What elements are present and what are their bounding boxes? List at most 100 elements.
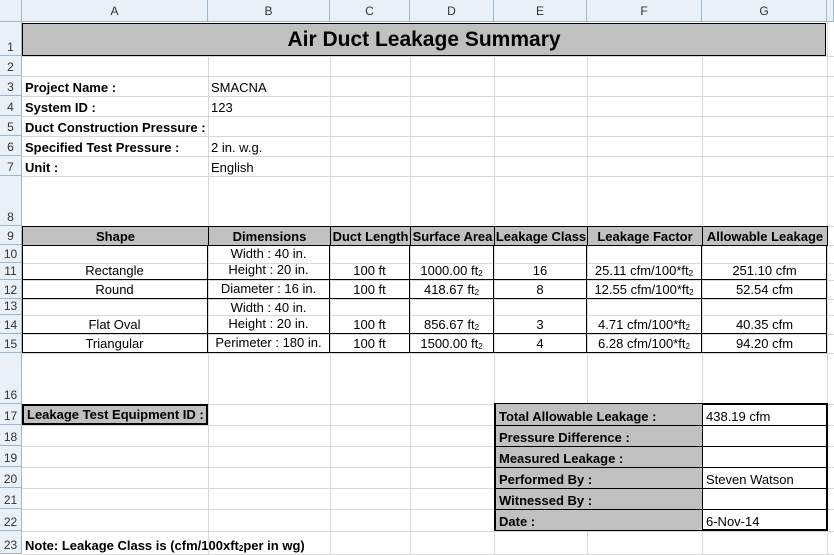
row-header-20[interactable]: 20 <box>0 467 22 488</box>
row-header-10[interactable]: 10 <box>0 245 22 263</box>
table-cell-area[interactable]: 1000.00 ft 2 <box>410 245 494 280</box>
table-cell-dims[interactable]: Width : 40 in. Height : 20 in. <box>208 245 330 280</box>
summary-value[interactable] <box>703 488 826 509</box>
table-header-leakage-class[interactable]: Leakage Class <box>494 226 588 246</box>
table-cell-factor[interactable]: 25.11 cfm/100*ft 2 <box>587 245 702 280</box>
table-cell-area[interactable]: 1500.00 ft 2 <box>410 334 494 353</box>
summary-label[interactable]: Performed By : <box>496 467 703 488</box>
table-cell-shape[interactable]: Round <box>22 280 208 299</box>
column-header-e[interactable]: E <box>494 0 587 22</box>
leakage-class-note: Note: Leakage Class is (cfm/100xft 2 per … <box>22 533 422 554</box>
gridline-h <box>22 531 834 532</box>
row-header-23[interactable]: 23 <box>0 531 22 554</box>
row-header-16[interactable]: 16 <box>0 353 22 404</box>
table-cell-shape[interactable]: Flat Oval <box>22 299 208 334</box>
table-cell-area[interactable]: 856.67 ft 2 <box>410 299 494 334</box>
equipment-id-label[interactable]: Leakage Test Equipment ID : <box>22 404 208 425</box>
table-cell-allowable[interactable]: 251.10 cfm <box>702 245 827 280</box>
sheet-title[interactable]: Air Duct Leakage Summary <box>22 23 826 56</box>
row-header-19[interactable]: 19 <box>0 446 22 467</box>
select-all-corner[interactable] <box>0 0 22 22</box>
summary-value[interactable] <box>703 425 826 446</box>
row-header-15[interactable]: 15 <box>0 334 22 353</box>
table-cell-length[interactable]: 100 ft <box>330 245 410 280</box>
summary-label[interactable]: Witnessed By : <box>496 488 703 509</box>
summary-label[interactable]: Pressure Difference : <box>496 425 703 446</box>
gridline-h <box>22 56 834 57</box>
test-pressure-label[interactable]: Specified Test Pressure : <box>22 136 208 156</box>
table-cell-factor[interactable]: 6.28 cfm/100*ft 2 <box>587 334 702 353</box>
row-header-7[interactable]: 7 <box>0 156 22 176</box>
table-header-shape[interactable]: Shape <box>22 226 209 246</box>
table-header-dimensions[interactable]: Dimensions <box>208 226 331 246</box>
unit-value[interactable]: English <box>208 156 328 176</box>
column-header-f[interactable]: F <box>587 0 702 22</box>
summary-label[interactable]: Total Allowable Leakage : <box>496 404 703 425</box>
row-header-8[interactable]: 8 <box>0 176 22 226</box>
table-cell-length[interactable]: 100 ft <box>330 334 410 353</box>
table-cell-area[interactable]: 418.67 ft 2 <box>410 280 494 299</box>
table-cell-cls[interactable]: 4 <box>494 334 587 353</box>
factor-value: 6.28 cfm/100*ft <box>598 336 686 351</box>
table-header-surface-area[interactable]: Surface Area <box>410 226 495 246</box>
column-header-b[interactable]: B <box>208 0 330 22</box>
row-header-1[interactable]: 1 <box>0 22 22 56</box>
unit-label[interactable]: Unit : <box>22 156 208 176</box>
summary-value[interactable]: 438.19 cfm <box>703 404 826 425</box>
column-header-g[interactable]: G <box>702 0 827 22</box>
area-value: 1000.00 ft <box>420 263 479 278</box>
row-header-17[interactable]: 17 <box>0 404 22 425</box>
project-name-value[interactable]: SMACNA <box>208 76 328 96</box>
row-header-5[interactable]: 5 <box>0 116 22 136</box>
table-cell-cls[interactable]: 8 <box>494 280 587 299</box>
row-header-14[interactable]: 14 <box>0 315 22 334</box>
row-header-21[interactable]: 21 <box>0 488 22 509</box>
area-value: 418.67 ft <box>423 282 475 297</box>
table-cell-length[interactable]: 100 ft <box>330 280 410 299</box>
project-name-label[interactable]: Project Name : <box>22 76 208 96</box>
table-cell-cls[interactable]: 16 <box>494 245 587 280</box>
table-cell-cls[interactable]: 3 <box>494 299 587 334</box>
row-header-3[interactable]: 3 <box>0 76 22 96</box>
row-header-2[interactable]: 2 <box>0 56 22 76</box>
table-cell-dims[interactable]: Diameter : 16 in. <box>208 280 330 299</box>
row-header-4[interactable]: 4 <box>0 96 22 116</box>
dimension-line-2: Diameter : 16 in. <box>220 281 317 296</box>
system-id-value[interactable]: 123 <box>208 96 328 116</box>
table-cell-dims[interactable]: Width : 40 in. Height : 20 in. <box>208 299 330 334</box>
table-cell-length[interactable]: 100 ft <box>330 299 410 334</box>
row-header-6[interactable]: 6 <box>0 136 22 156</box>
table-cell-dims[interactable]: Perimeter : 180 in. <box>208 334 330 353</box>
summary-value[interactable]: Steven Watson <box>703 467 826 488</box>
row-header-11[interactable]: 11 <box>0 263 22 280</box>
factor-value: 4.71 cfm/100*ft <box>598 317 686 332</box>
system-id-label[interactable]: System ID : <box>22 96 208 116</box>
row-header-22[interactable]: 22 <box>0 509 22 531</box>
summary-value[interactable]: 6-Nov-14 <box>703 509 826 530</box>
summary-label[interactable]: Measured Leakage : <box>496 446 703 467</box>
table-cell-shape[interactable]: Triangular <box>22 334 208 353</box>
note-prefix: Note: Leakage Class is (cfm/100xft <box>25 538 239 553</box>
column-header-c[interactable]: C <box>330 0 410 22</box>
table-cell-factor[interactable]: 4.71 cfm/100*ft 2 <box>587 299 702 334</box>
table-cell-allowable[interactable]: 94.20 cfm <box>702 334 827 353</box>
table-header-duct-length[interactable]: Duct Length <box>330 226 411 246</box>
dimension-line-1: Width : 40 in. <box>230 246 307 261</box>
table-cell-allowable[interactable]: 40.35 cfm <box>702 299 827 334</box>
table-header-allowable-leakage[interactable]: Allowable Leakage <box>702 226 828 246</box>
table-cell-allowable[interactable]: 52.54 cfm <box>702 280 827 299</box>
summary-value[interactable] <box>703 446 826 467</box>
summary-label[interactable]: Date : <box>496 509 703 530</box>
row-header-9[interactable]: 9 <box>0 226 22 245</box>
row-header-18[interactable]: 18 <box>0 425 22 446</box>
test-pressure-value[interactable]: 2 in. w.g. <box>208 136 328 156</box>
table-header-leakage-factor[interactable]: Leakage Factor <box>587 226 703 246</box>
table-cell-factor[interactable]: 12.55 cfm/100*ft 2 <box>587 280 702 299</box>
column-header-d[interactable]: D <box>410 0 494 22</box>
column-header-a[interactable]: A <box>22 0 208 22</box>
table-cell-shape[interactable]: Rectangle <box>22 245 208 280</box>
row-header-12[interactable]: 12 <box>0 280 22 299</box>
row-header-13[interactable]: 13 <box>0 299 22 315</box>
squared-superscript: 2 <box>688 269 694 278</box>
construction-pressure-label[interactable]: Duct Construction Pressure : <box>22 116 208 136</box>
